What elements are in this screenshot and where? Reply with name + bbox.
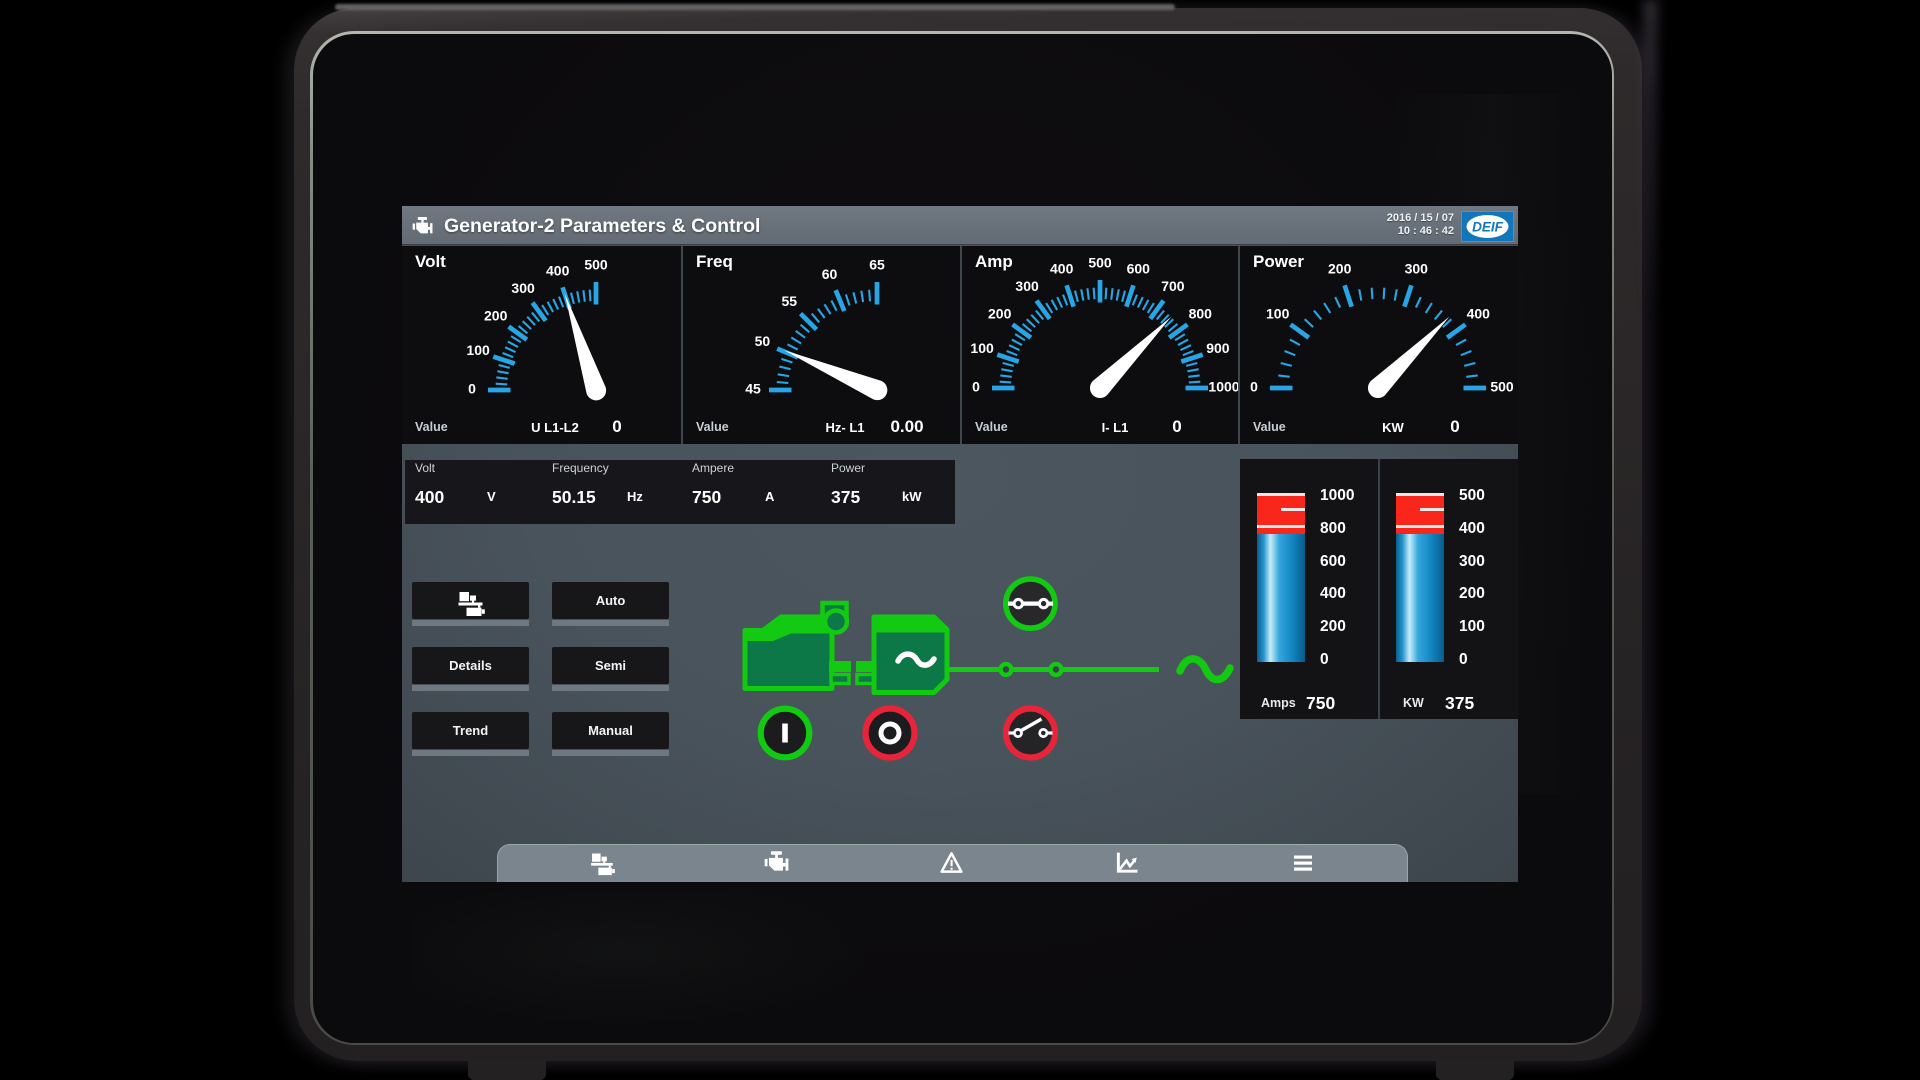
svg-text:0: 0 (468, 381, 476, 397)
svg-text:1000: 1000 (1208, 379, 1239, 395)
svg-text:100: 100 (1266, 306, 1290, 322)
svg-text:400: 400 (1467, 306, 1491, 322)
svg-text:45: 45 (745, 381, 761, 397)
svg-text:800: 800 (1189, 306, 1213, 322)
svg-text:700: 700 (1161, 278, 1185, 294)
svg-text:500: 500 (1490, 379, 1514, 395)
svg-text:50: 50 (755, 333, 771, 349)
svg-text:400: 400 (1050, 261, 1074, 277)
svg-text:200: 200 (988, 306, 1012, 322)
svg-text:600: 600 (1127, 261, 1151, 277)
svg-text:500: 500 (584, 257, 608, 273)
svg-text:DEIF: DEIF (1472, 220, 1504, 235)
svg-text:300: 300 (1405, 261, 1429, 277)
svg-text:200: 200 (1328, 261, 1352, 277)
svg-text:300: 300 (1015, 278, 1039, 294)
svg-text:100: 100 (466, 342, 490, 358)
svg-text:0: 0 (972, 379, 980, 395)
svg-text:400: 400 (546, 263, 570, 279)
svg-text:0: 0 (1250, 379, 1258, 395)
svg-text:300: 300 (511, 280, 535, 296)
svg-text:60: 60 (822, 266, 838, 282)
svg-text:200: 200 (484, 308, 508, 324)
svg-text:500: 500 (1088, 255, 1112, 271)
svg-text:900: 900 (1206, 340, 1230, 356)
svg-text:100: 100 (970, 340, 994, 356)
svg-text:65: 65 (869, 257, 885, 273)
svg-text:55: 55 (782, 293, 798, 309)
